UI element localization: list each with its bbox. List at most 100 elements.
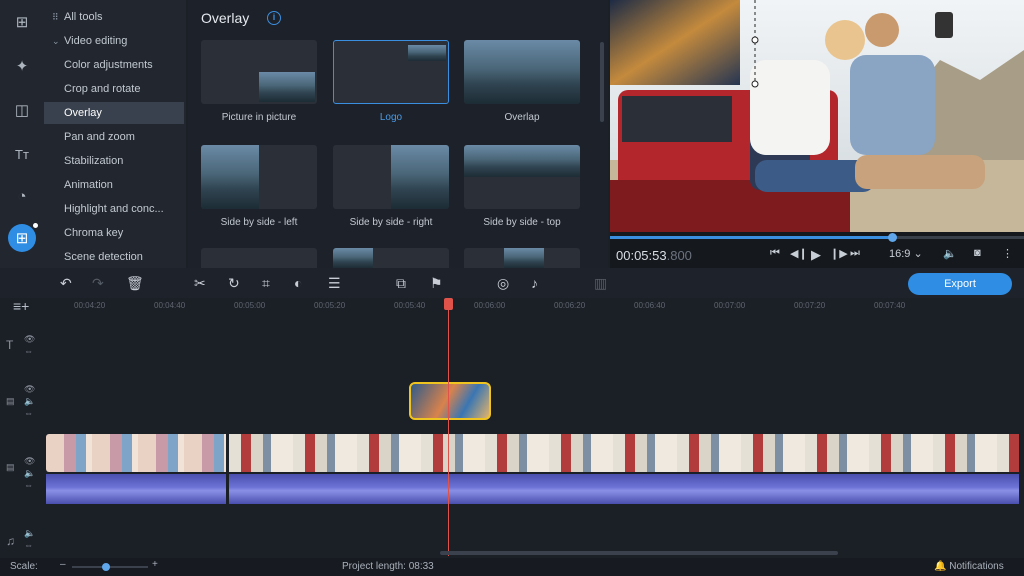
eye-icon[interactable]: 👁	[24, 334, 35, 345]
seek-bar[interactable]	[610, 233, 1024, 242]
overlay-icon[interactable]: ⧉	[396, 275, 406, 292]
magic-wand-icon[interactable]: ✦	[8, 52, 36, 80]
redo-icon[interactable]: ↷	[92, 275, 104, 292]
tool-color-adjustments[interactable]: Color adjustments	[44, 54, 184, 76]
undo-icon[interactable]: ↶	[60, 275, 72, 292]
ruler-tick: 00:07:40	[874, 301, 906, 310]
audio-waveform[interactable]	[46, 474, 226, 504]
tool-crop-rotate[interactable]: Crop and rotate	[44, 78, 184, 100]
ruler-tick: 00:04:40	[154, 301, 186, 310]
volume-icon[interactable]: 🔈	[24, 528, 35, 539]
snapshot-icon[interactable]: ◙	[974, 247, 981, 259]
trim-icon[interactable]: ▥	[594, 275, 607, 292]
overlay-card-logo[interactable]	[333, 40, 449, 104]
tool-scene-detection[interactable]: Scene detection	[44, 246, 184, 268]
more-tools-icon[interactable]: ⊞	[8, 223, 38, 252]
zoom-in-icon[interactable]: +	[152, 559, 158, 570]
thumbnail-image	[333, 248, 373, 268]
add-track-icon[interactable]: ≡+	[13, 298, 29, 314]
overlay-card-partial[interactable]	[333, 248, 449, 268]
panel-title: Overlay	[201, 10, 250, 26]
link-icon[interactable]: ⇔	[24, 540, 33, 550]
adjust-icon[interactable]: ☰	[328, 275, 341, 292]
eye-icon[interactable]: 👁	[24, 456, 35, 467]
tool-animation[interactable]: Animation	[44, 174, 184, 196]
overlay-track-icon: ▤	[6, 396, 15, 406]
export-button[interactable]: Export	[908, 273, 1012, 295]
notification-dot	[33, 223, 38, 228]
thumbnail-image	[259, 72, 315, 102]
thumbnail-image	[408, 45, 446, 61]
flag-icon[interactable]: ⚑	[430, 275, 443, 292]
timecode: 00:05:53.800	[616, 248, 692, 263]
frame-back-icon[interactable]: ◀❙	[790, 247, 808, 260]
playhead-handle[interactable]	[444, 298, 453, 310]
play-icon[interactable]: ▶	[811, 247, 821, 263]
tool-highlight-conceal[interactable]: Highlight and conc...	[44, 198, 184, 220]
cut-icon[interactable]: ✂	[194, 275, 206, 292]
overlay-card-side-left[interactable]	[201, 145, 317, 209]
overlay-label-side-right: Side by side - right	[349, 217, 433, 228]
scale-slider-handle[interactable]	[102, 563, 111, 571]
ruler-tick: 00:07:20	[794, 301, 826, 310]
timeline-scrollbar[interactable]	[440, 551, 838, 555]
overlay-card-partial[interactable]	[464, 248, 580, 268]
tool-overlay[interactable]: Overlay	[44, 102, 184, 124]
overlay-card-overlap[interactable]	[464, 40, 580, 104]
overlay-card-pip[interactable]	[201, 40, 317, 104]
volume-icon[interactable]: 🔈	[24, 468, 35, 479]
link-icon[interactable]: ⇔	[24, 480, 33, 490]
skip-end-icon[interactable]: ⏭	[850, 247, 860, 260]
mic-icon[interactable]: ♪	[531, 275, 538, 291]
tool-stabilization[interactable]: Stabilization	[44, 150, 184, 172]
timeline-ruler[interactable]: 00:04:20 00:04:40 00:05:00 00:05:20 00:0…	[44, 298, 1024, 316]
video-clip[interactable]	[46, 434, 226, 472]
ruler-tick: 00:05:20	[314, 301, 346, 310]
playhead-line[interactable]	[448, 298, 449, 556]
video-track-icon: ▤	[6, 462, 15, 472]
thumbnail-image	[464, 40, 580, 104]
eye-icon[interactable]: 👁	[24, 384, 35, 395]
notifications-button[interactable]: 🔔 Notifications	[934, 561, 1004, 572]
audio-waveform[interactable]	[229, 474, 1019, 504]
aspect-ratio-select[interactable]: 16:9 ⌄	[889, 247, 923, 260]
titles-icon[interactable]: Tт	[8, 140, 36, 168]
tool-chroma-key[interactable]: Chroma key	[44, 222, 184, 244]
timecode-ms: .800	[666, 248, 692, 263]
color-icon[interactable]: ◐	[294, 275, 302, 291]
ruler-tick: 00:05:40	[394, 301, 426, 310]
volume-icon[interactable]: 🔈	[943, 247, 957, 260]
crop-icon[interactable]: ⌗	[262, 275, 270, 292]
video-frame	[610, 0, 1024, 232]
add-media-icon[interactable]: ⊞	[8, 8, 36, 36]
overlay-card-partial[interactable]	[201, 248, 317, 268]
grid-icon: ⠿	[52, 12, 59, 22]
rotate-icon[interactable]: ↻	[228, 275, 240, 292]
delete-icon[interactable]: 🗑	[126, 275, 144, 292]
zoom-out-icon[interactable]: –	[60, 559, 66, 570]
link-icon[interactable]: ⇔	[24, 346, 33, 356]
skip-start-icon[interactable]: ⏮	[770, 247, 780, 260]
more-options-icon[interactable]: ⋮	[1002, 247, 1013, 260]
volume-icon[interactable]: 🔈	[24, 396, 35, 407]
overlay-card-side-top[interactable]	[464, 145, 580, 209]
link-icon[interactable]: ⇔	[24, 408, 33, 418]
tools-video-editing[interactable]: ⌄ Video editing	[44, 30, 184, 52]
stickers-icon[interactable]: ◔	[8, 182, 36, 210]
transitions-icon[interactable]: ◫	[8, 96, 36, 124]
scale-slider[interactable]	[72, 563, 148, 571]
ruler-tick: 00:06:00	[474, 301, 506, 310]
overlay-clip[interactable]	[409, 382, 491, 420]
tools-list: ⠿ All tools ⌄ Video editing Color adjustme…	[44, 0, 186, 268]
overlay-card-side-right[interactable]	[333, 145, 449, 209]
timeline-toolbar: ↶ ↷ 🗑 ✂ ↻ ⌗ ◐ ☰ ⧉ ⚑ ◎ ♪ ▥	[0, 268, 1024, 298]
record-icon[interactable]: ◎	[497, 275, 509, 292]
panel-scrollbar[interactable]	[600, 42, 604, 122]
thumbnail-image	[201, 145, 259, 209]
seek-handle[interactable]	[887, 233, 897, 242]
video-clip[interactable]	[229, 434, 1019, 472]
info-icon[interactable]: i	[267, 11, 281, 25]
tools-all-header[interactable]: ⠿ All tools	[44, 6, 184, 28]
tool-pan-zoom[interactable]: Pan and zoom	[44, 126, 184, 148]
frame-forward-icon[interactable]: ❙▶	[830, 247, 848, 260]
